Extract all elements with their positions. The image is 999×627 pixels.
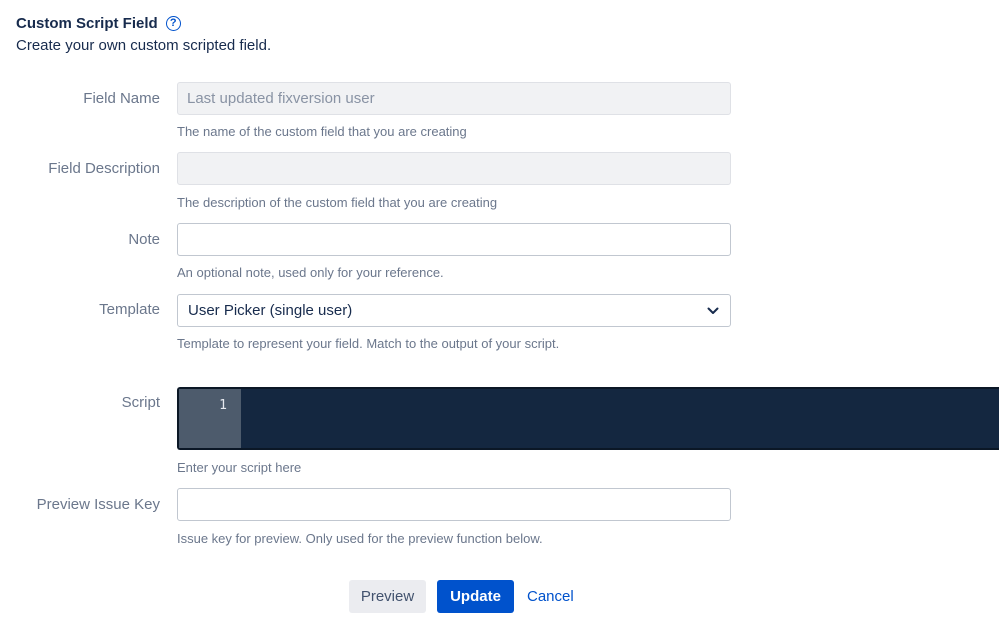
page-subtitle: Create your own custom scripted field. (16, 37, 272, 54)
field-description-input[interactable] (177, 152, 731, 185)
preview-issue-key-label: Preview Issue Key (36, 496, 160, 513)
preview-issue-key-input[interactable] (177, 488, 731, 521)
field-name-help: The name of the custom field that you ar… (177, 124, 467, 139)
line-number-gutter: 1 (179, 389, 241, 448)
field-name-label: Field Name (83, 90, 160, 107)
page-header: Custom Script Field ? Create your own cu… (16, 12, 272, 55)
field-description-help: The description of the custom field that… (177, 195, 498, 210)
template-label: Template (99, 301, 160, 318)
script-label: Script (121, 394, 160, 411)
preview-issue-key-help: Issue key for preview. Only used for the… (177, 531, 543, 546)
cancel-link[interactable]: Cancel (515, 580, 586, 613)
note-help: An optional note, used only for your ref… (177, 265, 444, 280)
chevron-down-icon (707, 307, 719, 314)
code-area[interactable] (241, 389, 999, 448)
question-circle-icon[interactable]: ? (165, 15, 181, 31)
field-description-label: Field Description (48, 160, 160, 177)
template-select[interactable]: User Picker (single user) (177, 294, 731, 327)
field-name-input[interactable] (177, 82, 731, 115)
note-input[interactable] (177, 223, 731, 256)
note-label: Note (128, 231, 160, 248)
template-help: Template to represent your field. Match … (177, 336, 560, 351)
script-help: Enter your script here (177, 460, 302, 475)
form-actions: Preview Update Cancel (349, 580, 586, 613)
line-number: 1 (219, 398, 227, 413)
template-selected-value: User Picker (single user) (188, 302, 353, 319)
preview-button[interactable]: Preview (349, 580, 426, 613)
update-button[interactable]: Update (437, 580, 514, 613)
page-title: Custom Script Field (16, 14, 158, 32)
script-editor[interactable]: 1 (177, 387, 999, 450)
title-row: Custom Script Field ? (16, 12, 271, 34)
